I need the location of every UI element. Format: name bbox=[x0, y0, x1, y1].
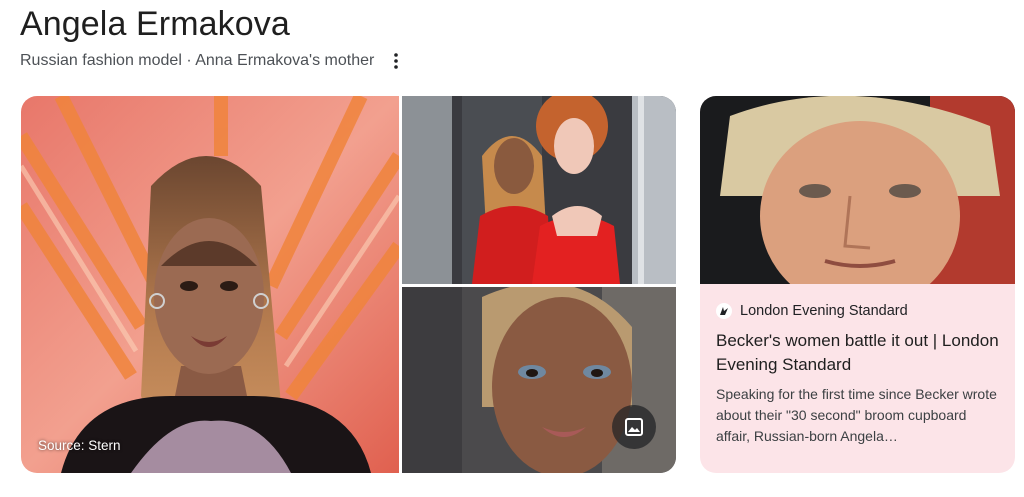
image-gallery: Source: Stern bbox=[21, 96, 676, 473]
newspaper-favicon-icon bbox=[716, 303, 732, 319]
portrait-photo bbox=[21, 96, 399, 473]
more-vert-icon bbox=[394, 53, 399, 69]
gallery-image-bottom-right[interactable] bbox=[402, 287, 676, 473]
news-source-name: London Evening Standard bbox=[740, 303, 908, 319]
entity-subtitle-row: Russian fashion model · Anna Ermakova's … bbox=[20, 49, 408, 73]
event-photo bbox=[402, 96, 676, 284]
news-card[interactable]: London Evening Standard Becker's women b… bbox=[700, 96, 1015, 473]
entity-description: Russian fashion model · Anna Ermakova's … bbox=[20, 52, 375, 69]
gallery-image-main[interactable]: Source: Stern bbox=[21, 96, 399, 473]
gallery-image-top-right[interactable] bbox=[402, 96, 676, 284]
more-options-button[interactable] bbox=[384, 49, 408, 73]
news-card-image bbox=[700, 96, 1015, 284]
image-source-label: Source: Stern bbox=[38, 438, 121, 453]
news-snippet: Speaking for the first time since Becker… bbox=[716, 386, 997, 444]
image-search-button[interactable] bbox=[612, 405, 656, 449]
entity-title: Angela Ermakova bbox=[20, 5, 290, 43]
news-title[interactable]: Becker's women battle it out | London Ev… bbox=[716, 329, 1001, 377]
news-source: London Evening Standard bbox=[716, 301, 908, 321]
image-icon bbox=[625, 418, 643, 436]
